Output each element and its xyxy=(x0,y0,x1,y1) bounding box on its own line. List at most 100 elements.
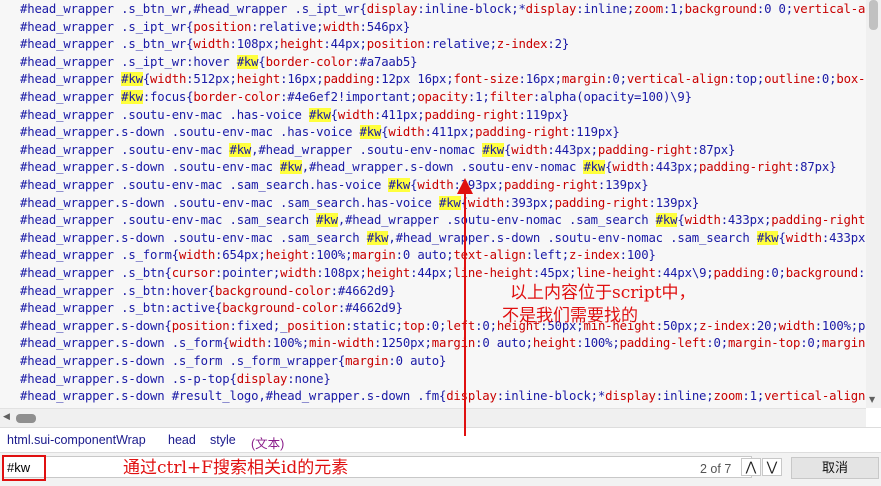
code-line: #head_wrapper .s_ipt_wr:hover #kw{border… xyxy=(20,54,417,71)
source-code-viewer[interactable]: #head_wrapper .s_btn_wr,#head_wrapper .s… xyxy=(0,0,866,408)
code-token: :left; xyxy=(525,248,570,263)
code-token: width xyxy=(511,142,548,157)
code-line: #head_wrapper .s_btn{cursor:pointer;widt… xyxy=(20,265,866,282)
find-match-count: 2 of 7 xyxy=(700,462,732,476)
code-line: #head_wrapper.s-down .soutu-env-mac .has… xyxy=(20,124,620,141)
code-token: :100%; xyxy=(308,248,353,263)
code-token: :#4662d9} xyxy=(337,301,403,316)
code-token: display xyxy=(446,389,497,404)
code-token: position xyxy=(171,318,230,333)
code-token: margin-l xyxy=(821,336,866,351)
code-token: #head_wrapper .s_form{ xyxy=(20,248,179,263)
code-token: :#4662d9} xyxy=(330,283,396,298)
vertical-scrollbar[interactable]: ▼ xyxy=(866,0,881,408)
search-match-highlight: #kw xyxy=(229,142,252,157)
code-token: width xyxy=(323,19,360,34)
code-token: vertical-ali xyxy=(792,2,866,16)
code-token: :relative; xyxy=(424,37,497,52)
code-token: padding xyxy=(713,266,765,280)
code-token: :1; xyxy=(662,2,685,16)
code-token: z-index xyxy=(569,248,620,263)
code-token: :50px; xyxy=(655,318,700,333)
vertical-scroll-thumb[interactable] xyxy=(869,0,878,30)
code-token: height xyxy=(265,248,310,263)
code-token: top xyxy=(402,318,425,333)
horizontal-scroll-thumb[interactable] xyxy=(16,414,36,423)
code-token: :0 xyxy=(858,266,866,280)
code-token: :433px; xyxy=(720,213,772,228)
code-token: ,#head_wrapper .soutu-env-nomac .sam_sea… xyxy=(337,213,656,228)
breadcrumb-html[interactable]: html.sui-componentWrap xyxy=(7,433,146,447)
scroll-left-arrow-icon[interactable]: ◀ xyxy=(3,412,10,422)
code-token: #head_wrapper .s_btn:active{ xyxy=(20,301,223,316)
search-match-highlight: #kw xyxy=(583,160,606,175)
code-token: z-index xyxy=(496,37,548,52)
code-token: padding-left xyxy=(619,336,707,351)
code-token: padding-right xyxy=(475,125,570,140)
code-line: #head_wrapper.s-down .soutu-env-mac .sam… xyxy=(20,195,699,212)
code-token: left xyxy=(446,318,476,333)
code-token: { xyxy=(330,107,338,122)
code-token: :inline; xyxy=(655,389,714,404)
code-token: padding xyxy=(323,72,375,87)
code-token: background-color xyxy=(222,301,338,316)
code-token: :1; xyxy=(742,389,765,404)
find-previous-button[interactable]: ⋀ xyxy=(741,458,761,476)
code-token: #head_wrapper xyxy=(20,90,122,104)
code-token: font-size xyxy=(453,72,519,87)
code-token: :focus{ xyxy=(142,90,194,104)
code-token: :100%; xyxy=(576,336,620,351)
breadcrumb-text-node[interactable]: (文本) xyxy=(251,433,284,452)
annotation-arrow-shaft xyxy=(464,192,466,436)
search-match-highlight: #kw xyxy=(121,72,143,87)
code-token: box-sh xyxy=(836,72,866,87)
code-token: { xyxy=(258,54,266,69)
code-token: margin xyxy=(561,72,606,87)
code-line: #head_wrapper .s_ipt_wr{position:relativ… xyxy=(20,19,410,36)
code-token: width xyxy=(417,178,454,192)
code-token: margin xyxy=(431,336,476,351)
code-token: :44px; xyxy=(410,266,454,280)
code-token: :0; xyxy=(605,72,627,87)
code-token: #head_wrapper .s_btn{ xyxy=(20,266,172,280)
find-input-highlight-box xyxy=(2,455,46,481)
cancel-button[interactable]: 取消 xyxy=(791,457,879,479)
breadcrumb-head[interactable]: head xyxy=(168,433,196,447)
code-token: :20; xyxy=(749,318,779,333)
code-token: :546px} xyxy=(359,19,411,34)
code-token: #head_wrapper .soutu-env-mac .sam_search xyxy=(20,213,317,228)
code-token: :119px} xyxy=(518,107,570,122)
code-token: :none} xyxy=(287,371,331,386)
horizontal-scrollbar[interactable]: ◀ xyxy=(0,408,866,427)
code-token: :#4e6ef2!important; xyxy=(280,90,418,104)
search-match-highlight: #kw xyxy=(308,107,331,122)
code-line: #head_wrapper.s-down #result_logo,#head_… xyxy=(20,388,866,405)
code-token: :fixed;_ xyxy=(229,318,288,333)
code-token: :87px} xyxy=(792,160,837,175)
code-token: :0; xyxy=(706,336,728,351)
code-token: :0; xyxy=(424,318,447,333)
code-token: #head_wrapper .s_ipt_wr:hover xyxy=(20,54,237,69)
code-token: :relative; xyxy=(251,19,324,34)
code-token: :16px; xyxy=(518,72,563,87)
code-token: #head_wrapper.s-down .s_form .s_form_wra… xyxy=(20,354,346,368)
code-token: zoom xyxy=(634,2,663,16)
scroll-down-arrow-icon[interactable]: ▼ xyxy=(869,395,875,404)
code-line: #head_wrapper .s_btn:active{background-c… xyxy=(20,300,403,317)
code-token: margin-top xyxy=(727,336,801,351)
code-token: position xyxy=(193,19,252,34)
find-input[interactable] xyxy=(2,456,752,478)
code-token: { xyxy=(142,72,151,87)
find-next-button[interactable]: ⋁ xyxy=(762,458,782,476)
code-token: :411px; xyxy=(373,107,425,122)
code-token: :pointer; xyxy=(215,266,281,280)
code-token: #head_wrapper .s_btn_wr,#head_wrapper .s… xyxy=(20,2,367,16)
code-token: :108px; xyxy=(316,266,367,280)
code-token: border-color xyxy=(265,54,353,69)
code-token: :443px; xyxy=(648,160,700,175)
code-token: :512px; xyxy=(186,72,237,87)
breadcrumb-style[interactable]: style xyxy=(210,433,236,447)
code-token: vertical-align xyxy=(764,389,866,404)
code-token: #head_wrapper xyxy=(20,72,122,87)
code-line: #head_wrapper .s_btn:hover{background-co… xyxy=(20,283,396,300)
